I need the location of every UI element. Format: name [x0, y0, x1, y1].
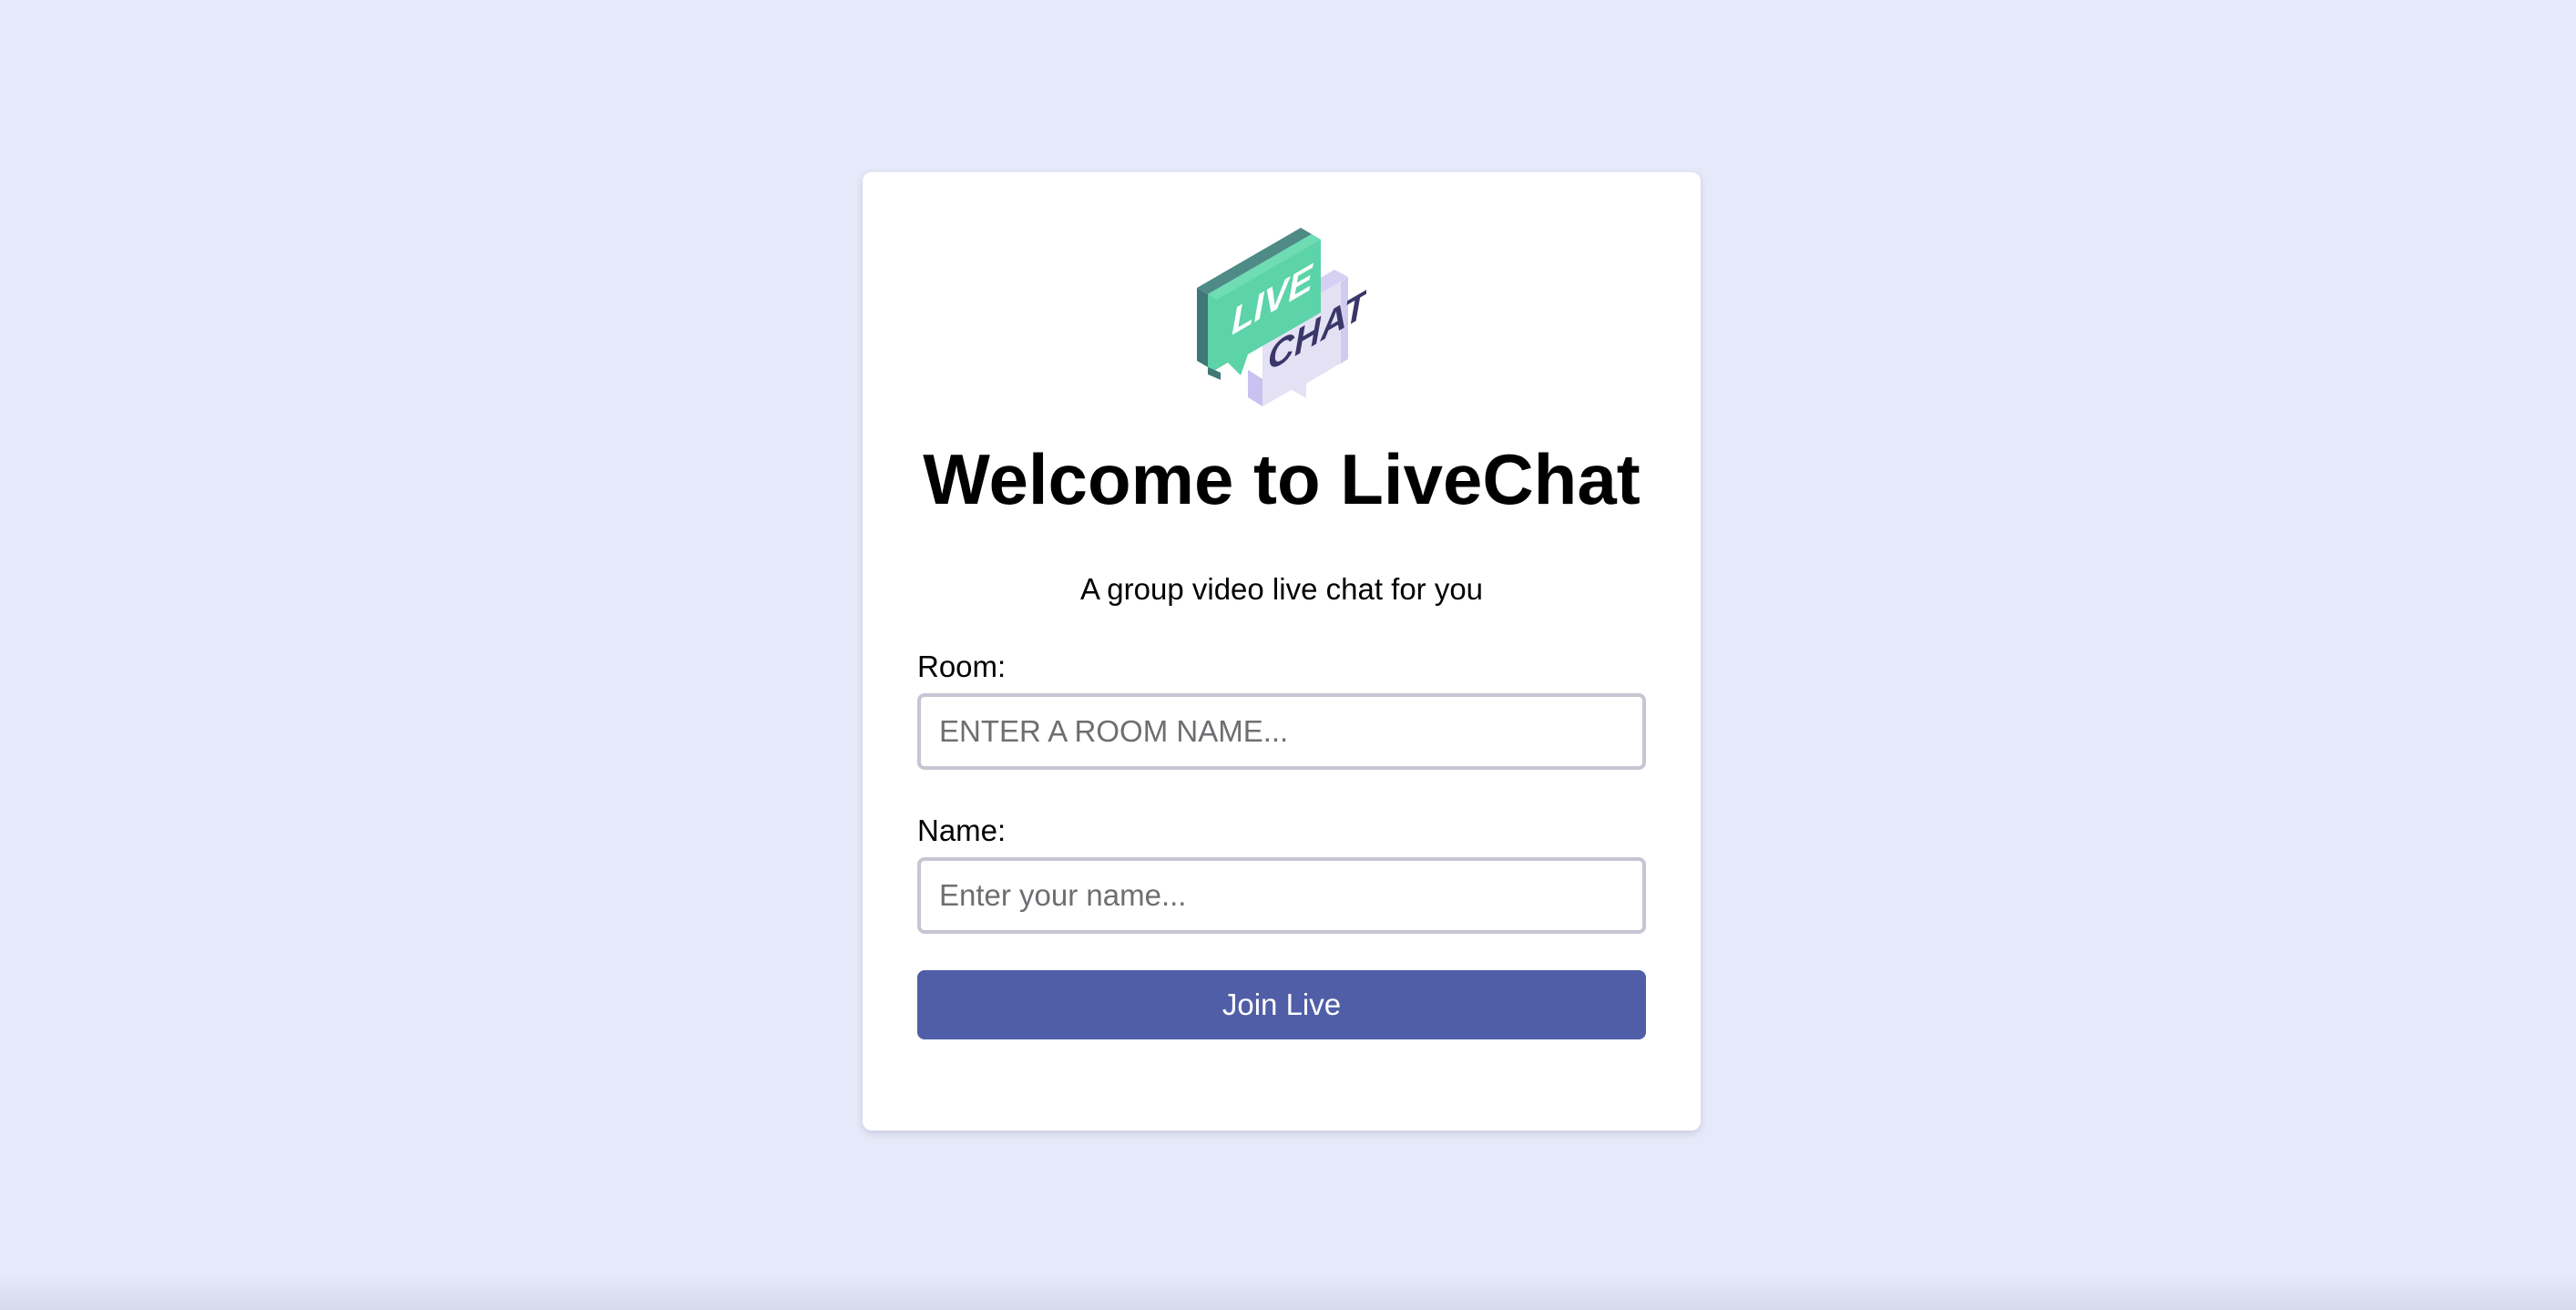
room-input[interactable]: [917, 693, 1646, 770]
name-input[interactable]: [917, 857, 1646, 934]
room-label: Room:: [917, 650, 1007, 683]
name-label: Name:: [917, 814, 1007, 847]
bottom-shade: [0, 1274, 2576, 1310]
join-live-button[interactable]: Join Live: [917, 970, 1646, 1039]
page-subtitle: A group video live chat for you: [1079, 572, 1484, 606]
live-chat-logo-icon: CHAT LIVE: [1197, 228, 1366, 406]
page-title: Welcome to LiveChat: [923, 439, 1641, 519]
join-card: CHAT LIVE Welcome to LiveChat A group vi…: [863, 172, 1701, 1131]
